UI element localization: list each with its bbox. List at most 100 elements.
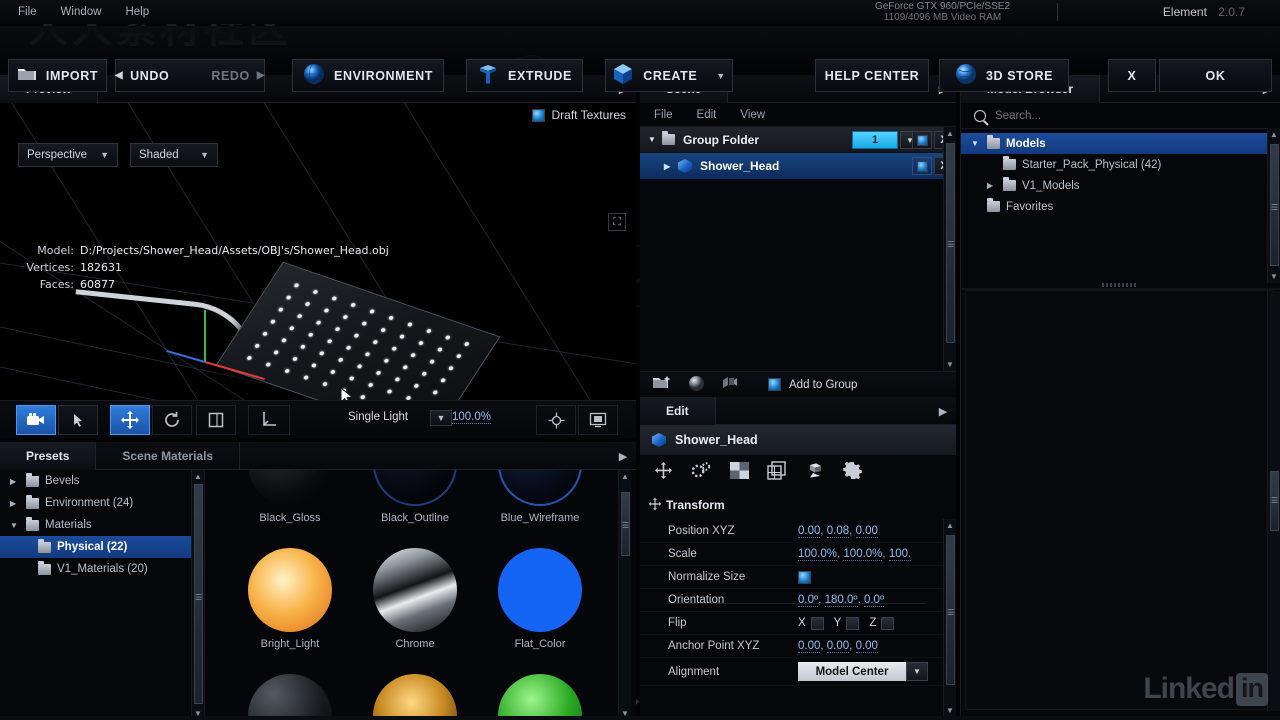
scroll-down-icon[interactable]: ▼ <box>1268 270 1280 283</box>
position-z-value[interactable]: 0.00 <box>855 525 878 538</box>
normalize-size-checkbox[interactable] <box>798 570 811 584</box>
scale-tool-button[interactable] <box>196 405 236 435</box>
light-icon[interactable] <box>721 375 738 394</box>
material-item[interactable]: Black_Gloss <box>228 470 352 524</box>
transform-gizmo[interactable] <box>166 310 265 381</box>
tab-presets[interactable]: Presets <box>0 441 97 470</box>
rotate-tool-button[interactable] <box>152 405 192 435</box>
render-view-button[interactable] <box>578 405 618 435</box>
orientation-z-value[interactable]: 0.0º <box>863 594 885 607</box>
focus-target-button[interactable] <box>536 405 576 435</box>
material-item[interactable]: Blue_Wireframe <box>478 470 602 524</box>
material-item[interactable]: Green_Plastic <box>478 674 602 720</box>
draft-textures-checkbox[interactable] <box>531 108 545 122</box>
alignment-select[interactable]: Model Center <box>798 662 906 681</box>
presets-tree-scrollbar[interactable]: ▲ ☰ ▼ <box>191 470 204 720</box>
scene-menu-view[interactable]: View <box>740 109 765 121</box>
ok-button[interactable]: OK <box>1159 59 1272 92</box>
scrollbar-thumb[interactable]: ☰ <box>194 484 203 704</box>
menu-help[interactable]: Help <box>125 6 149 18</box>
object-visibility-toggle[interactable] <box>912 157 932 175</box>
extrude-button[interactable]: EXTRUDE <box>466 59 583 92</box>
tree-item-environment[interactable]: ▶ Environment (24) <box>0 492 204 514</box>
flip-y-checkbox[interactable] <box>846 616 860 630</box>
scrollbar-thumb[interactable]: ☰ <box>946 535 955 685</box>
browser-splitter-handle[interactable] <box>1102 283 1138 287</box>
tab-edit[interactable]: Edit <box>640 396 716 425</box>
create-button[interactable]: CREATE ▼ <box>605 59 733 92</box>
scrollbar-thumb[interactable]: ☰ <box>621 492 630 556</box>
chevron-down-icon[interactable]: ▼ <box>10 521 20 530</box>
materials-grid[interactable]: Black_Gloss Black_Outline Blue_Wireframe… <box>210 470 622 720</box>
transform-icon[interactable] <box>654 461 673 485</box>
help-center-button[interactable]: HELP CENTER <box>815 59 929 92</box>
scene-menu-edit[interactable]: Edit <box>697 109 717 121</box>
scroll-up-icon[interactable]: ▲ <box>1268 128 1280 141</box>
add-to-group-checkbox[interactable] <box>768 378 781 391</box>
cancel-button[interactable]: X <box>1108 59 1156 92</box>
chevron-down-icon[interactable]: ▼ <box>971 139 981 148</box>
scale-y-value[interactable]: 100.0% <box>843 548 883 561</box>
scene-list-scrollbar[interactable]: ▲ ☰ ▼ <box>943 127 956 371</box>
store-button[interactable]: 3D STORE <box>939 59 1069 92</box>
group-visibility-toggle[interactable] <box>912 131 932 149</box>
material-item[interactable]: Chrome <box>353 548 477 650</box>
texture-icon[interactable] <box>730 462 749 484</box>
position-y-value[interactable]: 0.08 <box>826 525 850 538</box>
materials-grid-scrollbar[interactable]: ▲ ☰ ▼ <box>618 470 631 720</box>
scene-row-group-folder[interactable]: ▼ Group Folder 1 ▼ X <box>640 127 956 153</box>
anchor-y-value[interactable]: 0.00 <box>826 640 850 653</box>
scrollbar-thumb[interactable]: ☰ <box>1270 144 1279 266</box>
orientation-x-value[interactable]: 0.0º <box>798 594 819 607</box>
browser-search-row[interactable] <box>961 103 1280 129</box>
shadow-icon[interactable] <box>804 462 825 484</box>
browser-item-models[interactable]: ▼ Models <box>961 133 1280 154</box>
anchor-x-value[interactable]: 0.00 <box>798 640 821 653</box>
import-button[interactable]: IMPORT <box>8 59 107 92</box>
scale-z-value[interactable]: 100. <box>888 548 912 561</box>
axis-tool-button[interactable] <box>248 405 290 435</box>
draft-textures-toggle[interactable]: Draft Textures <box>531 108 626 122</box>
chevron-right-icon[interactable]: ▶ <box>664 162 674 171</box>
chevron-down-icon[interactable]: ▼ <box>648 135 658 144</box>
edit-menu-arrow-icon[interactable]: ▶ <box>936 404 950 418</box>
search-input[interactable] <box>995 109 1280 122</box>
material-item[interactable]: Bright_Light <box>228 548 352 650</box>
edit-scrollbar[interactable]: ▲ ☰ ▼ <box>943 519 956 717</box>
material-item[interactable]: Glass <box>228 674 352 720</box>
new-group-icon[interactable] <box>652 375 672 394</box>
browser-item-v1-models[interactable]: ▶ V1_Models <box>961 175 1280 196</box>
scene-menu-file[interactable]: File <box>654 109 673 121</box>
material-icon[interactable] <box>691 461 712 485</box>
view-mode-dropdown[interactable]: Perspective ▼ <box>18 143 118 167</box>
material-item[interactable]: Gold <box>353 674 477 720</box>
scene-row-shower-head[interactable]: ▶ Shower_Head X <box>640 153 956 179</box>
light-intensity-value[interactable]: 100.0% <box>452 411 492 424</box>
orientation-y-value[interactable]: 180.0º <box>824 594 858 607</box>
group-index-field[interactable]: 1 <box>852 131 898 149</box>
move-tool-button[interactable] <box>110 405 150 435</box>
scroll-up-icon[interactable]: ▲ <box>944 519 956 532</box>
tab-scene-materials[interactable]: Scene Materials <box>96 441 241 470</box>
environment-button[interactable]: ENVIRONMENT <box>292 59 444 92</box>
chevron-right-icon[interactable]: ▶ <box>10 499 20 508</box>
flip-x-checkbox[interactable] <box>810 616 824 630</box>
scale-x-value[interactable]: 100.0% <box>798 548 838 561</box>
browser-item-favorites[interactable]: Favorites <box>961 196 1280 217</box>
camera-tool-button[interactable] <box>16 405 56 435</box>
menu-file[interactable]: File <box>18 6 37 18</box>
scrollbar-thumb[interactable]: ☰ <box>946 143 955 343</box>
material-item[interactable]: Black_Outline <box>353 470 477 524</box>
menu-window[interactable]: Window <box>61 6 102 18</box>
expand-viewport-icon[interactable]: ⛶ <box>608 213 626 231</box>
scroll-up-icon[interactable]: ▲ <box>944 127 956 140</box>
browser-item-starter-pack[interactable]: Starter_Pack_Physical (42) <box>961 154 1280 175</box>
browser-tree-scrollbar[interactable]: ▲ ☰ ▼ <box>1267 128 1280 283</box>
anchor-z-value[interactable]: 0.00 <box>855 640 878 653</box>
tree-item-bevels[interactable]: ▶ Bevels <box>0 470 204 492</box>
add-to-group-toggle[interactable]: Add to Group <box>768 378 857 391</box>
settings-icon[interactable] <box>843 461 862 485</box>
undo-button[interactable]: ◀ UNDO <box>103 60 182 91</box>
browser-preview-area[interactable] <box>965 290 1273 710</box>
light-mode-dropdown[interactable]: ▼ <box>430 410 452 426</box>
